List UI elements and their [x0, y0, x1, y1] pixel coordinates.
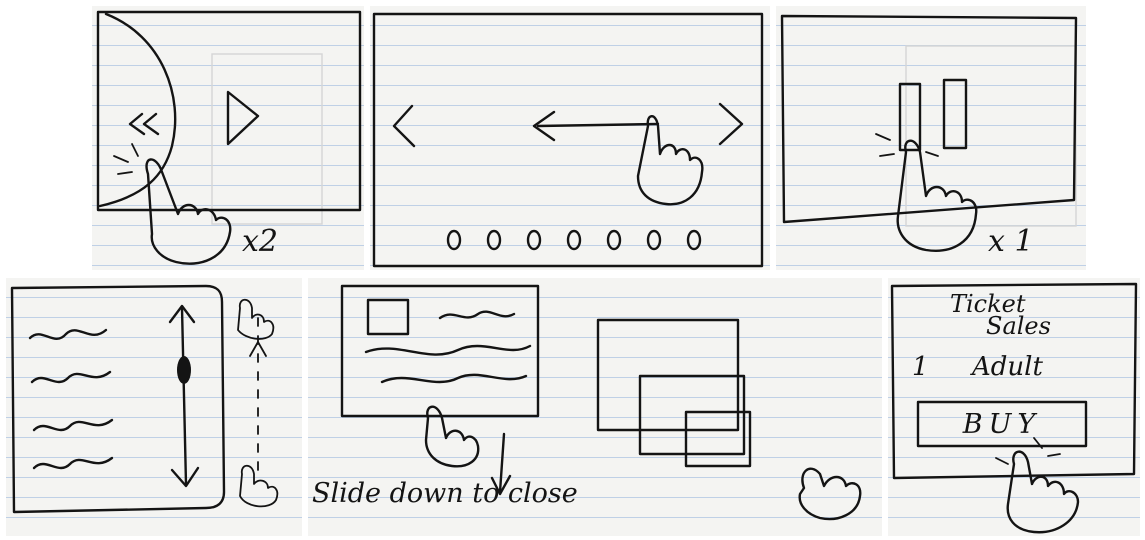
panel-slide-down-close: Slide down to close [308, 278, 882, 536]
card-text-line [380, 373, 528, 384]
scroll-thumb [177, 356, 191, 384]
screen-frame [372, 12, 764, 268]
card-text-line [364, 344, 532, 356]
thumbnail-image [366, 298, 410, 336]
rewind-icon [128, 112, 146, 136]
tap-count-label: x 1 [988, 224, 1034, 259]
hand-pointer-icon [1006, 450, 1080, 534]
panel-ticket-sales: Ticket Sales 1 Adult BUY [888, 278, 1140, 536]
hand-pointer-icon [636, 115, 704, 206]
list-item [30, 370, 112, 384]
page-dot[interactable] [686, 229, 702, 251]
panel-swipe-carousel [370, 6, 770, 270]
page-dot[interactable] [566, 229, 582, 251]
page-dot[interactable] [526, 229, 542, 251]
page-dots [446, 229, 702, 251]
page-dot[interactable] [606, 229, 622, 251]
list-item [32, 456, 114, 470]
list-item [32, 418, 114, 432]
page-dot[interactable] [486, 229, 502, 251]
sketch-pause [780, 14, 1078, 252]
buy-button[interactable]: BUY [918, 402, 1086, 446]
card-text-line [438, 310, 516, 320]
panel-double-tap-play: x2 [92, 6, 364, 270]
panel-vertical-scroll [6, 278, 302, 536]
sketch-swipe [372, 12, 764, 268]
window-frame [684, 410, 752, 468]
page-dot[interactable] [446, 229, 462, 251]
hand-pointer-icon [798, 467, 862, 521]
panel-single-tap-pause: x 1 [776, 6, 1086, 270]
page-dot[interactable] [646, 229, 662, 251]
play-icon [226, 90, 260, 146]
buy-button-label: BUY [962, 408, 1042, 440]
list-item [28, 328, 108, 341]
hand-pointer-icon [237, 298, 275, 340]
scrollbar-track [180, 306, 188, 486]
hand-pointer-icon [239, 464, 279, 508]
hand-pointer-icon [896, 139, 978, 252]
tap-indicator [113, 143, 139, 175]
tap-count-label: x2 [242, 224, 279, 259]
chevron-right-icon [718, 102, 744, 146]
chevron-left-icon [392, 104, 416, 148]
sketch-scroll [10, 284, 279, 514]
sketch-double-tap [96, 10, 362, 265]
ticket-quantity: 1 [912, 352, 929, 382]
ticket-title-line2: Sales [986, 312, 1051, 340]
window-frame [638, 374, 746, 456]
instruction-caption: Slide down to close [312, 478, 578, 509]
ticket-type: Adult [972, 352, 1043, 382]
swipe-arrow [536, 122, 660, 128]
